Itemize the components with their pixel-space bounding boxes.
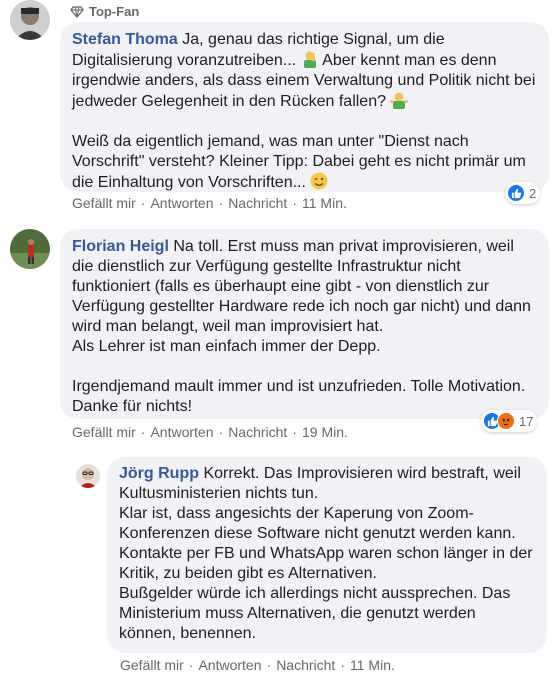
comment-bubble: Florian Heigl Na toll. Erst muss man pri…: [60, 229, 549, 419]
separator: ·: [140, 195, 146, 211]
avatar[interactable]: [10, 0, 50, 40]
message-button[interactable]: Nachricht: [228, 195, 287, 211]
reply-button[interactable]: Antworten: [150, 195, 213, 211]
top-fan-badge: Top-Fan: [70, 4, 139, 19]
angry-face-icon: [497, 412, 515, 430]
reactions-summary[interactable]: 2: [505, 182, 541, 204]
message-button[interactable]: Nachricht: [276, 657, 335, 673]
reaction-count: 2: [529, 185, 537, 201]
man-shrugging-emoji: [390, 92, 409, 109]
separator: ·: [266, 657, 272, 673]
badge-label: Top-Fan: [89, 4, 140, 19]
avatar[interactable]: [76, 464, 100, 488]
reply-button[interactable]: Antworten: [150, 424, 213, 440]
comment-text-part: Weiß da eigentlich jemand, was man unter…: [72, 133, 526, 191]
separator: ·: [188, 657, 194, 673]
separator: ·: [292, 424, 297, 440]
reply-text: Jörg Rupp Korrekt. Das Improvisieren wir…: [119, 464, 535, 644]
reply-text-part: Klar ist, dass angesichts der Kaperung v…: [119, 505, 516, 542]
comment-text: Irgendjemand mault immer und ist unzufri…: [72, 377, 537, 417]
comment-text-part: Irgendjemand mault immer und ist unzufri…: [72, 378, 526, 415]
reply-actions: Gefällt mir · Antworten · Nachricht · 11…: [120, 657, 395, 673]
comment-text-part: Als Lehrer ist man einfach immer der Dep…: [72, 338, 381, 355]
avatar-photo: [76, 464, 100, 488]
timestamp[interactable]: 11 Min.: [350, 657, 395, 673]
timestamp[interactable]: 11 Min.: [302, 195, 347, 211]
winking-face-emoji: [310, 172, 328, 190]
message-button[interactable]: Nachricht: [228, 424, 287, 440]
avatar[interactable]: [10, 229, 50, 269]
reaction-count: 17: [519, 413, 534, 429]
separator: ·: [340, 657, 345, 673]
comment-actions: Gefällt mir · Antworten · Nachricht · 11…: [72, 195, 347, 211]
comment-actions: Gefällt mir · Antworten · Nachricht · 19…: [72, 424, 348, 440]
diamond-icon: [70, 5, 84, 18]
comment-text: Florian Heigl Na toll. Erst muss man pri…: [72, 237, 537, 357]
separator: ·: [140, 424, 146, 440]
man-facepalming-emoji: [303, 51, 316, 68]
separator: ·: [218, 195, 224, 211]
comment-text: Weiß da eigentlich jemand, was man unter…: [72, 132, 537, 193]
reply-button[interactable]: Antworten: [198, 657, 261, 673]
like-button[interactable]: Gefällt mir: [72, 195, 136, 211]
reply-text-part: Kontakte per FB und WhatsApp waren schon…: [119, 545, 533, 582]
author-name[interactable]: Jörg Rupp: [119, 465, 199, 482]
comment-text: Stefan Thoma Ja, genau das richtige Sign…: [72, 30, 537, 112]
avatar-photo: [10, 229, 50, 269]
reply-bubble: Jörg Rupp Korrekt. Das Improvisieren wir…: [107, 457, 547, 653]
reactions-summary[interactable]: 17: [481, 410, 538, 432]
author-name[interactable]: Stefan Thoma: [72, 31, 178, 48]
separator: ·: [218, 424, 224, 440]
author-name[interactable]: Florian Heigl: [72, 238, 169, 255]
comment-bubble: Stefan Thoma Ja, genau das richtige Sign…: [60, 22, 549, 192]
thumbs-up-icon: [507, 184, 525, 202]
reply-text-part: Bußgelder würde ich allerdings nicht aus…: [119, 585, 511, 642]
separator: ·: [292, 195, 297, 211]
avatar-photo: [10, 0, 50, 40]
like-button[interactable]: Gefällt mir: [120, 657, 184, 673]
like-button[interactable]: Gefällt mir: [72, 424, 136, 440]
timestamp[interactable]: 19 Min.: [302, 424, 348, 440]
